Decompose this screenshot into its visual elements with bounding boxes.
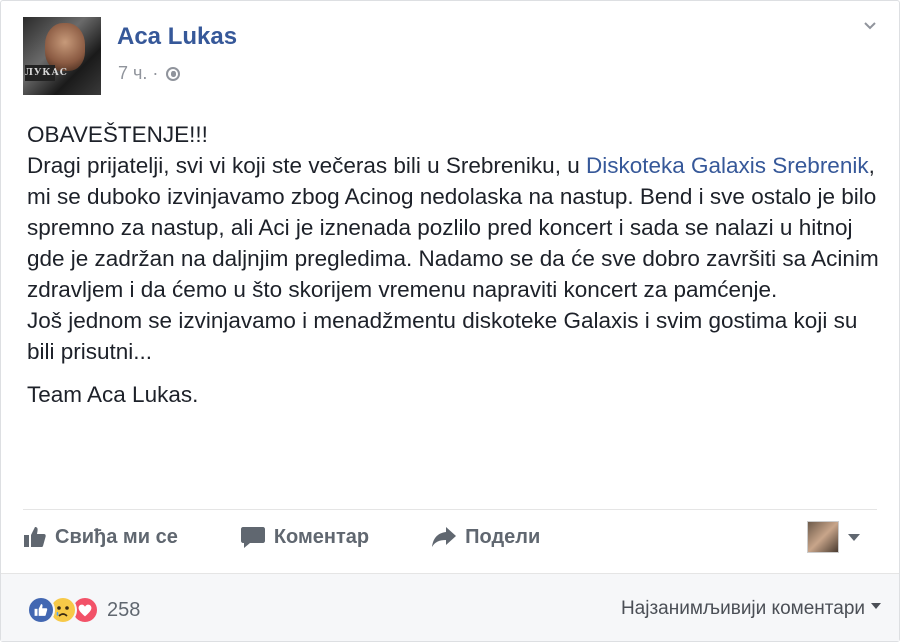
post-meta: 7 ч. · [118, 63, 181, 84]
caret-down-icon [848, 534, 860, 541]
post-as-selector[interactable] [807, 521, 861, 553]
comment-label: Коментар [273, 525, 370, 548]
like-reaction-icon [27, 596, 55, 624]
reaction-count: 258 [107, 598, 141, 621]
reactions-footer: 258 Најзанимљивији коментари [1, 573, 899, 641]
page-link[interactable]: Diskoteka Galaxis Srebrenik [586, 153, 869, 178]
user-avatar [807, 521, 839, 553]
globe-icon[interactable] [166, 66, 181, 81]
post-headline: OBAVEŠTENJE!!! [27, 122, 208, 147]
chevron-down-icon[interactable] [863, 19, 877, 33]
comment-sort-dropdown[interactable]: Најзанимљивији коментари [621, 598, 881, 620]
caret-down-icon [871, 603, 881, 609]
post-signature: Team Aca Lukas. [27, 382, 199, 407]
sort-label: Најзанимљивији коментари [620, 598, 865, 619]
like-button[interactable]: Свиђа ми се [23, 525, 178, 549]
meta-separator: · [152, 63, 159, 83]
action-bar: Свиђа ми се Коментар Подели [23, 517, 877, 557]
post-body: OBAVEŠTENJE!!! Dragi prijatelji, svi vi … [27, 119, 887, 410]
like-label: Свиђа ми се [55, 525, 178, 548]
body-text-1: Dragi prijatelji, svi vi koji ste večera… [27, 153, 586, 178]
author-name[interactable]: Aca Lukas [117, 23, 237, 51]
avatar-logo-text: ЛУКАС [25, 65, 67, 81]
author-avatar[interactable]: ЛУКАС [23, 17, 101, 95]
comment-icon [240, 527, 265, 548]
share-arrow-icon [432, 527, 457, 547]
share-label: Подели [465, 525, 541, 548]
post-card: ЛУКАС Aca Lukas 7 ч. · OBAVEŠTENJE!!! Dr… [0, 0, 900, 642]
post-time[interactable]: 7 ч. [118, 63, 147, 84]
comment-button[interactable]: Коментар [240, 525, 369, 549]
share-button[interactable]: Подели [431, 526, 540, 549]
reactions-summary[interactable]: 258 [27, 596, 140, 624]
avatar-face [45, 23, 85, 71]
divider [23, 509, 877, 510]
post-paragraph: Dragi prijatelji, svi vi koji ste večera… [27, 150, 887, 305]
thumbs-up-icon [24, 527, 46, 547]
post-paragraph-2: Još jednom se izvinjavamo i menadžmentu … [27, 308, 858, 364]
